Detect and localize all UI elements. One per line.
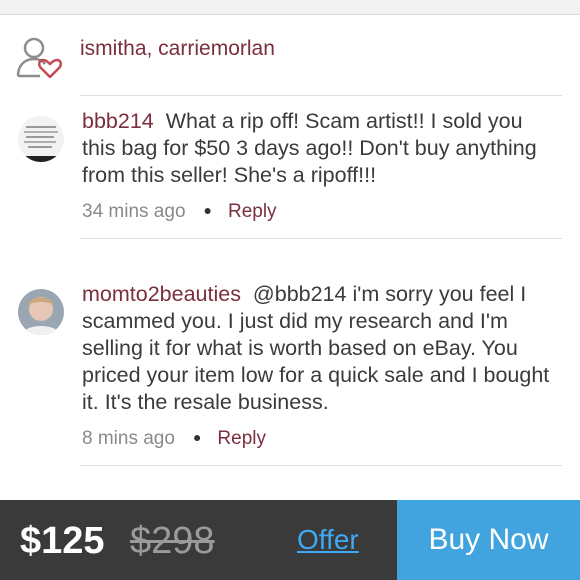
likes-row: ismitha, carriemorlan [0, 30, 580, 80]
current-price: $125 [20, 520, 105, 562]
original-price: $298 [130, 520, 215, 562]
offer-button[interactable]: Offer [297, 524, 359, 556]
comment-meta: 8 mins ago ● Reply [82, 428, 266, 450]
buy-now-button[interactable]: Buy Now [397, 500, 580, 580]
comment-body: bbb214 What a rip off! Scam artist!! I s… [82, 108, 552, 189]
reply-link[interactable]: Reply [228, 201, 277, 222]
separator-dot: ● [192, 429, 202, 445]
comment-time: 34 mins ago [82, 201, 186, 222]
divider [80, 238, 562, 239]
avatar[interactable] [18, 116, 64, 162]
likers-names[interactable]: ismitha, carriemorlan [80, 37, 275, 61]
top-bar [0, 0, 580, 15]
user-heart-icon [16, 37, 62, 78]
divider [80, 465, 562, 466]
comment-meta: 34 mins ago ● Reply [82, 201, 277, 223]
purchase-bar: $125 $298 Offer Buy Now [0, 500, 580, 580]
comment-username[interactable]: bbb214 [82, 109, 154, 133]
separator-dot: ● [203, 202, 212, 218]
comment-username[interactable]: momto2beauties [82, 282, 241, 306]
comment-time: 8 mins ago [82, 428, 175, 449]
divider [80, 95, 562, 96]
comment-body: momto2beauties @bbb214 i'm sorry you fee… [82, 281, 552, 416]
reply-link[interactable]: Reply [217, 428, 266, 449]
avatar[interactable] [18, 289, 64, 335]
